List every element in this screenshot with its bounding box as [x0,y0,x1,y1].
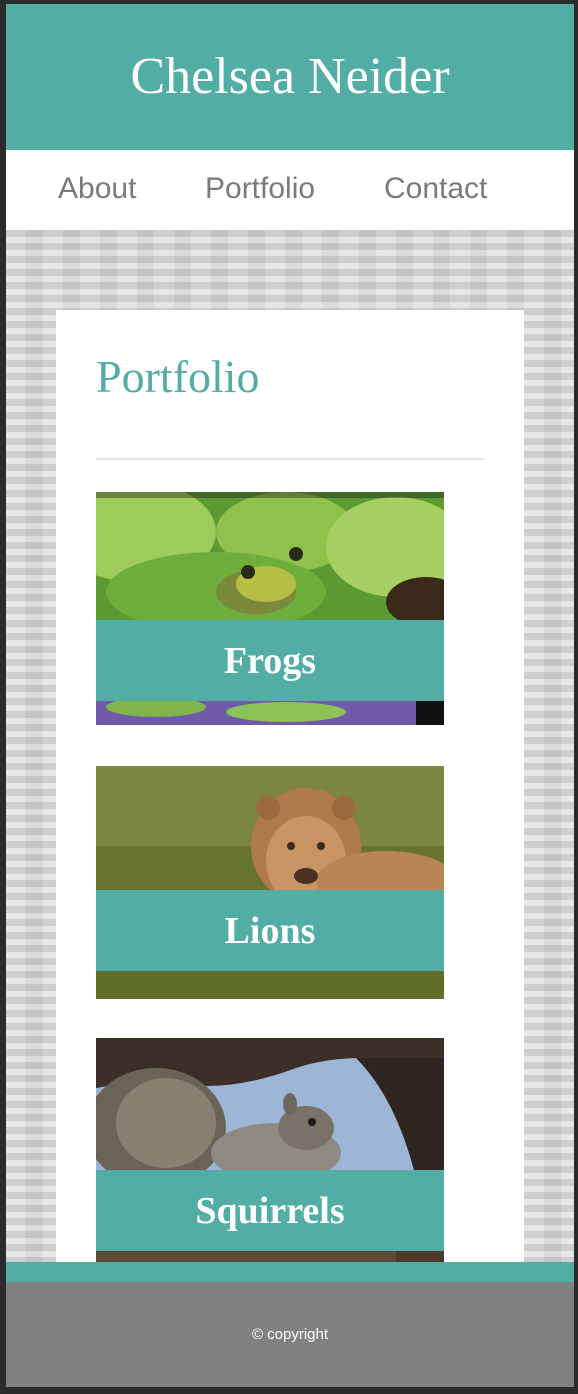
site-title: Chelsea Neider [130,48,450,105]
site-header: Chelsea Neider [6,4,574,150]
portfolio-tile-lions[interactable]: Lions [96,766,444,999]
page-title: Portfolio [96,351,260,402]
divider [96,458,484,460]
copyright-text: © copyright [251,1326,329,1343]
page-frame: Chelsea Neider About Portfolio Contact P… [6,4,574,1387]
tile-label-band: Lions [96,890,444,971]
footer-accent-strip [6,1262,574,1282]
portfolio-tile-squirrels[interactable]: Squirrels [96,1038,444,1271]
tile-label: Lions [224,909,316,952]
tile-label: Squirrels [195,1189,345,1232]
main-nav: About Portfolio Contact [6,150,574,230]
nav-link-about[interactable]: About [58,172,136,206]
tile-label-band: Frogs [96,620,444,701]
portfolio-tile-frogs[interactable]: Frogs [96,492,444,725]
tile-label-band: Squirrels [96,1170,444,1251]
tile-label: Frogs [223,639,317,682]
nav-link-contact[interactable]: Contact [384,172,487,206]
nav-link-portfolio[interactable]: Portfolio [205,172,315,206]
site-footer: © copyright [6,1282,574,1387]
portfolio-card: Portfolio Frogs Lions Squirrels [56,310,524,1290]
